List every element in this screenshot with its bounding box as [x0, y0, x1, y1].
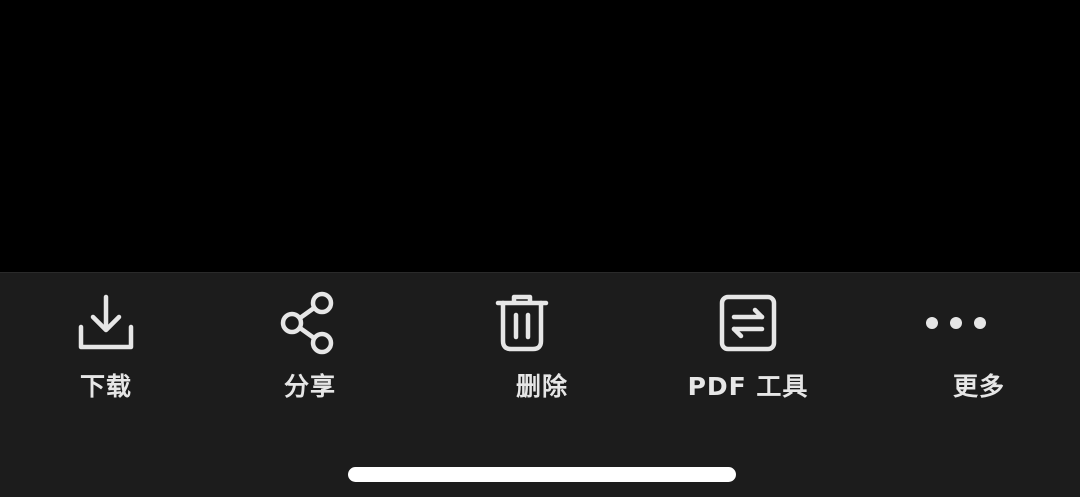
home-indicator[interactable]: [348, 467, 736, 482]
screen: 下载 分享 删除 PDF 工具 更多: [0, 0, 1080, 497]
pdf-convert-icon: [716, 291, 780, 355]
download-icon: [74, 291, 138, 355]
trash-icon: [490, 291, 554, 355]
more-icon: [924, 291, 988, 355]
more-button[interactable]: 更多: [866, 291, 1046, 411]
content-area: [0, 0, 1080, 272]
share-icon: [278, 291, 342, 355]
delete-label: 删除: [515, 372, 568, 401]
pdf-tools-button[interactable]: PDF 工具: [658, 291, 838, 411]
download-button[interactable]: 下载: [16, 291, 196, 411]
delete-button[interactable]: 删除: [432, 291, 612, 411]
bottom-toolbar: 下载 分享 删除 PDF 工具 更多: [0, 272, 1080, 497]
download-label: 下载: [79, 372, 132, 401]
more-label: 更多: [952, 372, 1005, 401]
pdf-tools-label: PDF 工具: [687, 372, 809, 401]
share-button[interactable]: 分享: [220, 291, 400, 411]
share-label: 分享: [283, 372, 336, 401]
